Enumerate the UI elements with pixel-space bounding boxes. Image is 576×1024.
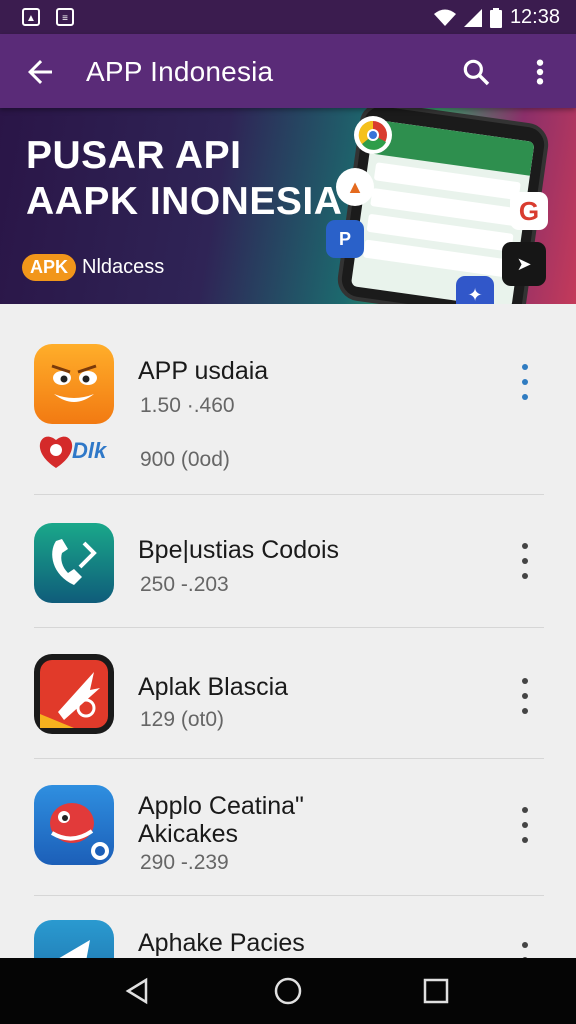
app-icon <box>34 344 114 424</box>
nav-back-icon[interactable] <box>122 976 152 1006</box>
arrow-app-icon: ▲ <box>336 168 374 206</box>
app-name: APP usdaia <box>138 357 269 385</box>
notification-icons: ▲ ≡ <box>22 8 74 26</box>
blue-app-icon: P <box>326 220 364 258</box>
status-time: 12:38 <box>509 6 560 28</box>
page-title: APP Indonesia <box>86 56 274 87</box>
back-arrow-icon[interactable] <box>22 54 58 90</box>
app-name: Applo Ceatina" <box>138 792 304 820</box>
app-name-line-2: Akicakes <box>138 820 239 848</box>
app-secondary-icon-label: Dlk <box>72 438 107 463</box>
list-item[interactable]: Bpe|ustias Codois 250 -.203 <box>0 495 576 627</box>
app-icon <box>34 654 114 734</box>
more-vert-icon[interactable] <box>514 942 536 958</box>
app-list: APP usdaia 1.50 ·.460 Dlk 900 (0od) Bpe|… <box>0 304 576 958</box>
app-icon <box>34 785 114 865</box>
more-vert-icon[interactable] <box>514 807 536 843</box>
app-meta: 290 -.239 <box>140 851 229 874</box>
promo-banner[interactable]: PUSAR API AAPK INONESIA APK Nldacess ▲ P… <box>0 108 576 304</box>
notification-icon: ≡ <box>56 8 74 26</box>
nav-recents-icon[interactable] <box>421 976 451 1006</box>
wifi-icon <box>433 9 456 26</box>
google-icon: G <box>510 192 548 230</box>
banner-badge-text: Nldacess <box>82 256 165 278</box>
search-icon[interactable] <box>460 56 492 88</box>
app-icon <box>34 920 114 958</box>
app-name: Bpe|ustias Codois <box>138 536 340 564</box>
more-vert-icon[interactable] <box>514 543 536 579</box>
list-item[interactable]: Aphake Pacies <box>0 896 576 958</box>
status-bar: ▲ ≡ 12:38 <box>0 0 576 34</box>
banner-headline: PUSAR API <box>26 134 242 177</box>
app-name: Aplak Blascia <box>138 673 289 701</box>
list-item[interactable]: Applo Ceatina" Akicakes 290 -.239 <box>0 759 576 895</box>
banner-subheadline: AAPK INONESIA <box>26 180 343 223</box>
battery-icon <box>489 7 502 28</box>
app-meta: 129 (ot0) <box>140 708 225 731</box>
dropbox-icon: ✦ <box>456 276 494 304</box>
app-meta-secondary: 900 (0od) <box>140 448 230 471</box>
app-bar: APP Indonesia <box>0 34 576 108</box>
nav-home-icon[interactable] <box>273 976 303 1006</box>
app-meta: 1.50 ·.460 <box>140 394 235 417</box>
app-name: Aphake Pacies <box>138 929 305 957</box>
apk-badge: APK <box>22 254 77 281</box>
app-secondary-icon: Dlk <box>36 432 114 472</box>
app-icon <box>34 523 114 603</box>
app-meta: 250 -.203 <box>140 573 229 596</box>
list-item[interactable]: Aplak Blascia 129 (ot0) <box>0 628 576 758</box>
system-nav-bar <box>0 958 576 1024</box>
notification-icon: ▲ <box>22 8 40 26</box>
more-vert-icon[interactable] <box>514 678 536 714</box>
more-vert-icon[interactable] <box>514 364 536 400</box>
share-app-icon: ➤ <box>502 242 546 286</box>
chrome-icon <box>354 116 392 154</box>
more-vert-icon[interactable] <box>528 56 552 88</box>
list-item[interactable]: APP usdaia 1.50 ·.460 Dlk 900 (0od) <box>0 304 576 494</box>
signal-icon <box>463 8 482 27</box>
